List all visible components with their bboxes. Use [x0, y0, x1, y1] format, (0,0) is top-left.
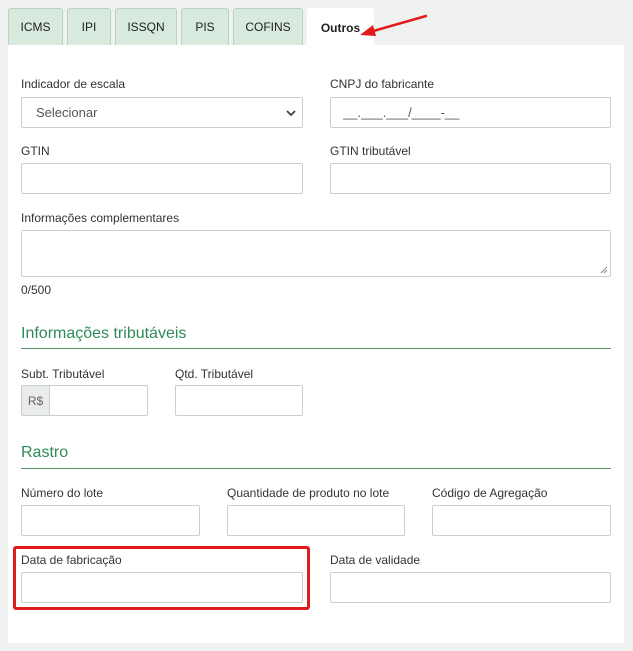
tab-cofins[interactable]: COFINS [233, 8, 303, 45]
data-validade-label: Data de validade [330, 553, 421, 567]
gtin-input[interactable] [22, 164, 302, 193]
indicador-escala-select[interactable]: Selecionar [21, 97, 303, 128]
codigo-agregacao-input[interactable] [433, 506, 610, 535]
section-title-rastro: Rastro [21, 444, 69, 461]
qtd-tributavel-input[interactable] [176, 386, 302, 415]
codigo-agregacao-label: Código de Agregação [432, 486, 548, 500]
gtin-field [21, 163, 303, 194]
tab-icms[interactable]: ICMS [8, 8, 63, 45]
data-validade-field [330, 572, 611, 603]
gtin-label: GTIN [21, 144, 50, 158]
subt-tributavel-field: R$ [21, 385, 148, 416]
section-divider [21, 348, 611, 349]
info-complementares-textarea[interactable] [22, 231, 610, 276]
section-divider [21, 468, 611, 469]
section-title-tributaveis: Informações tributáveis [21, 325, 187, 342]
tab-issqn[interactable]: ISSQN [115, 8, 177, 45]
tab-bar: ICMS IPI ISSQN PIS COFINS Outros [8, 8, 378, 46]
subt-tributavel-label: Subt. Tributável [21, 367, 105, 381]
data-validade-input[interactable] [331, 573, 610, 602]
numero-lote-field [21, 505, 200, 536]
indicador-escala-label: Indicador de escala [21, 77, 126, 91]
quantidade-lote-field [227, 505, 405, 536]
info-complementares-field [21, 230, 611, 277]
indicador-escala-selected: Selecionar [36, 105, 98, 120]
info-complementares-label: Informações complementares [21, 211, 180, 225]
numero-lote-label: Número do lote [21, 486, 104, 500]
cnpj-fabricante-label: CNPJ do fabricante [330, 77, 435, 91]
gtin-tributavel-input[interactable] [331, 164, 610, 193]
gtin-tributavel-field [330, 163, 611, 194]
resize-grip-icon[interactable] [600, 266, 608, 274]
codigo-agregacao-field [432, 505, 611, 536]
quantidade-lote-label: Quantidade de produto no lote [227, 486, 390, 500]
gtin-tributavel-label: GTIN tributável [330, 144, 411, 158]
qtd-tributavel-field [175, 385, 303, 416]
chevron-down-icon [286, 110, 296, 117]
char-counter: 0/500 [21, 283, 52, 297]
tab-ipi[interactable]: IPI [67, 8, 111, 45]
cnpj-fabricante-field [330, 97, 611, 128]
cnpj-fabricante-input[interactable] [331, 98, 610, 127]
quantidade-lote-input[interactable] [228, 506, 404, 535]
annotation-arrow-icon [360, 14, 428, 36]
tab-pis[interactable]: PIS [181, 8, 229, 45]
currency-prefix: R$ [22, 386, 50, 415]
qtd-tributavel-label: Qtd. Tributável [175, 367, 254, 381]
highlight-box-data-fabricacao [13, 546, 310, 610]
numero-lote-input[interactable] [22, 506, 199, 535]
